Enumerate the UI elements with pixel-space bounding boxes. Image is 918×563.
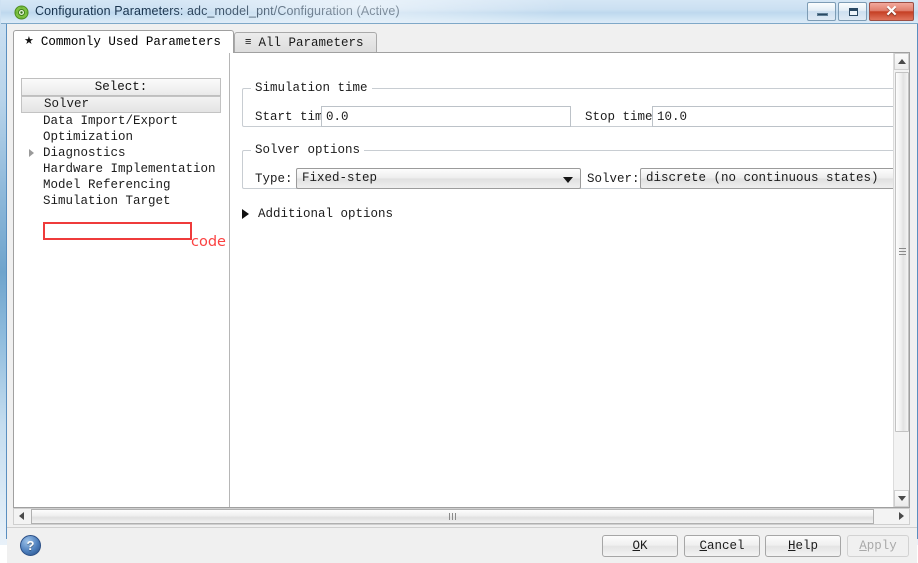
sidebar-item-label: Simulation Target [43, 194, 171, 208]
solver-label: Solver: [587, 172, 640, 186]
vertical-scrollbar[interactable] [893, 53, 909, 507]
horizontal-scrollbar[interactable] [13, 508, 910, 525]
vertical-scrollbar-thumb[interactable] [895, 72, 909, 432]
sidebar-item-solver[interactable]: Solver [21, 96, 221, 113]
horizontal-scrollbar-thumb[interactable] [31, 509, 874, 524]
tab-strip: ★ Commonly Used Parameters ≡ All Paramet… [13, 30, 377, 53]
additional-options-expander[interactable]: Additional options [242, 205, 393, 223]
sidebar-item-model-referencing[interactable]: Model Referencing [21, 177, 221, 193]
sidebar-item-simulation-target[interactable]: Simulation Target [21, 193, 221, 209]
scroll-up-button[interactable] [894, 53, 909, 70]
expand-triangle-icon [242, 209, 249, 219]
simulation-time-group: Simulation time Start time: Stop time: [242, 81, 909, 127]
ok-button[interactable]: OK [602, 535, 678, 557]
maximize-icon [849, 8, 858, 16]
cancel-button[interactable]: Cancel [684, 535, 760, 557]
sidebar-item-hardware-implementation[interactable]: Hardware Implementation [21, 161, 221, 177]
close-button[interactable]: ✕ [869, 2, 914, 21]
scrollbar-grip-icon [448, 513, 457, 520]
close-icon: ✕ [885, 3, 898, 20]
window-title: Configuration Parameters: adc_model_pnt/… [35, 4, 400, 18]
chevron-down-icon [563, 177, 573, 183]
configuration-parameters-window: Configuration Parameters: adc_model_pnt/… [1, 0, 918, 563]
solver-options-row: Type: Fixed-step Solver: discrete (no co… [243, 168, 909, 190]
window-titlebar[interactable]: Configuration Parameters: adc_model_pnt/… [1, 0, 918, 24]
annotation-red-box [43, 222, 192, 240]
list-icon: ≡ [244, 36, 252, 49]
arrow-left-icon [19, 512, 24, 520]
sidebar-item-label: Hardware Implementation [43, 162, 216, 176]
sidebar-item-label: Model Referencing [43, 178, 171, 192]
select-tree: Solver Data Import/Export Optimization D… [21, 96, 221, 209]
solver-dropdown[interactable]: discrete (no continuous states) [640, 168, 909, 189]
tab-commonly-used-parameters[interactable]: ★ Commonly Used Parameters [13, 30, 234, 53]
question-mark-glyph: ? [26, 538, 35, 553]
help-button[interactable]: Help [765, 535, 841, 557]
sidebar-item-label: Solver [44, 97, 90, 111]
window-client-area: ★ Commonly Used Parameters ≡ All Paramet… [7, 24, 917, 563]
dialog-button-bar: ? OK Cancel Help Apply [7, 527, 917, 563]
simulation-time-legend: Simulation time [255, 81, 368, 95]
tab-page: Select: Solver Data Import/Export Optimi… [13, 52, 910, 508]
simulink-config-icon [14, 5, 29, 20]
solver-type-label: Type: [255, 172, 293, 186]
window-controls: ✕ [807, 2, 914, 21]
tab-commonly-used-parameters-label: Commonly Used Parameters [40, 35, 221, 49]
arrow-up-icon [898, 59, 906, 64]
additional-options-label: Additional options [258, 207, 394, 221]
minimize-button[interactable] [807, 2, 836, 21]
apply-button: Apply [847, 535, 909, 557]
sidebar-item-label: Optimization [43, 130, 134, 144]
scroll-left-button[interactable] [14, 509, 30, 524]
expand-arrow-icon[interactable] [29, 149, 34, 157]
stop-time-label: Stop time: [585, 110, 661, 124]
star-icon: ★ [24, 35, 34, 48]
solver-options-legend: Solver options [255, 143, 361, 157]
scroll-down-button[interactable] [894, 490, 909, 507]
sidebar-item-label: Data Import/Export [43, 114, 179, 128]
solver-options-group: Solver options Type: Fixed-step Solver: … [242, 143, 909, 189]
select-tree-panel: Select: Solver Data Import/Export Optimi… [14, 53, 230, 507]
sidebar-item-label: Diagnostics [43, 146, 126, 160]
solver-value: discrete (no continuous states) [646, 171, 879, 185]
stop-time-input[interactable] [652, 106, 909, 127]
scrollbar-grip-icon [899, 248, 906, 256]
maximize-button[interactable] [838, 2, 867, 21]
scroll-right-button[interactable] [893, 509, 909, 524]
solver-type-dropdown[interactable]: Fixed-step [296, 168, 581, 189]
select-header: Select: [21, 78, 221, 96]
minimize-icon [817, 13, 828, 16]
solver-settings-pane: Simulation time Start time: Stop time: S… [230, 53, 909, 507]
arrow-down-icon [898, 496, 906, 501]
sidebar-item-optimization[interactable]: Optimization [21, 129, 221, 145]
question-mark-icon[interactable]: ? [20, 535, 41, 556]
arrow-right-icon [899, 512, 904, 520]
sidebar-item-data-import-export[interactable]: Data Import/Export [21, 113, 221, 129]
start-time-input[interactable] [321, 106, 571, 127]
sidebar-item-diagnostics[interactable]: Diagnostics [21, 145, 221, 161]
tab-all-parameters-label: All Parameters [258, 36, 364, 50]
simulation-time-row: Start time: Stop time: [243, 106, 909, 128]
solver-type-value: Fixed-step [302, 171, 378, 185]
tab-all-parameters[interactable]: ≡ All Parameters [233, 32, 377, 53]
